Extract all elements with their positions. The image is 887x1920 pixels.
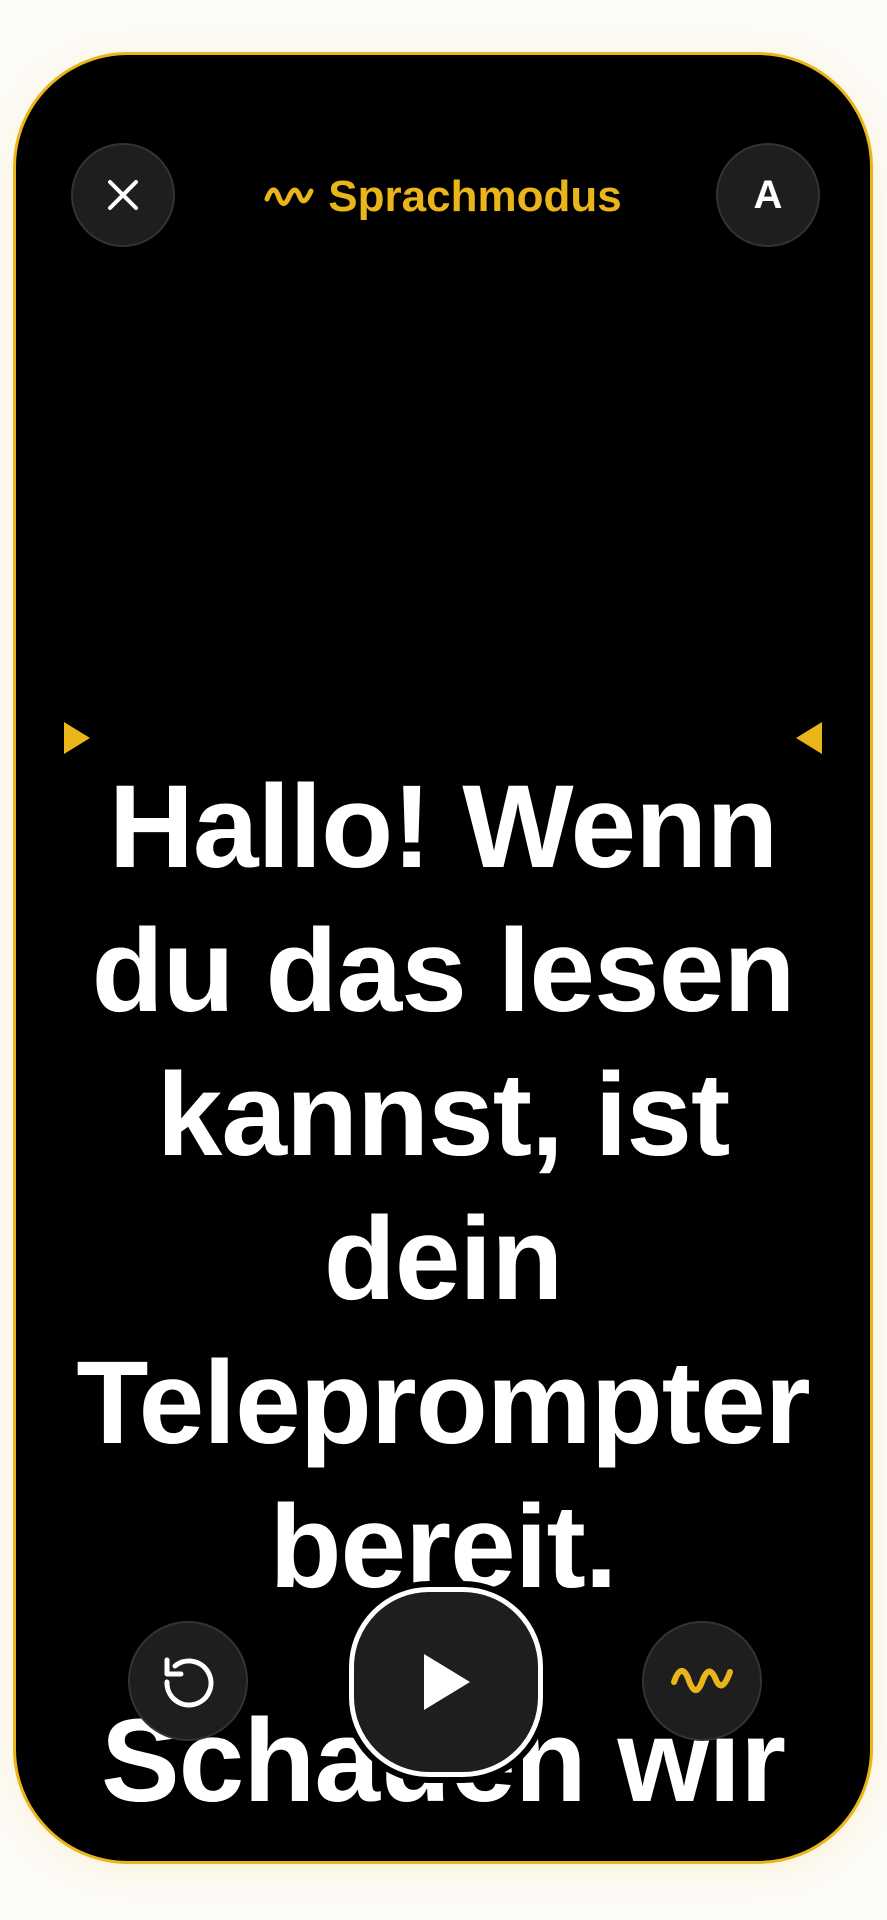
restart-icon [164,1657,214,1708]
restart-button[interactable] [128,1621,248,1741]
script-paragraph: Hallo! Wenn du das lesen kannst, ist dei… [76,761,810,1613]
waveform-icon [671,1668,733,1693]
font-settings-button[interactable]: A [716,143,820,247]
font-button-label: A [753,172,783,217]
reading-line-marker-left [64,722,90,754]
teleprompter-screen: Sprachmodus A Hallo! Wenn du das lesen k… [13,52,873,1864]
waveform-icon [264,187,314,206]
play-button[interactable] [349,1587,543,1777]
play-icon [424,1654,470,1710]
voice-mode-button[interactable] [642,1621,762,1741]
reading-line-marker-right [796,722,822,754]
mode-label: Sprachmodus [328,172,622,221]
